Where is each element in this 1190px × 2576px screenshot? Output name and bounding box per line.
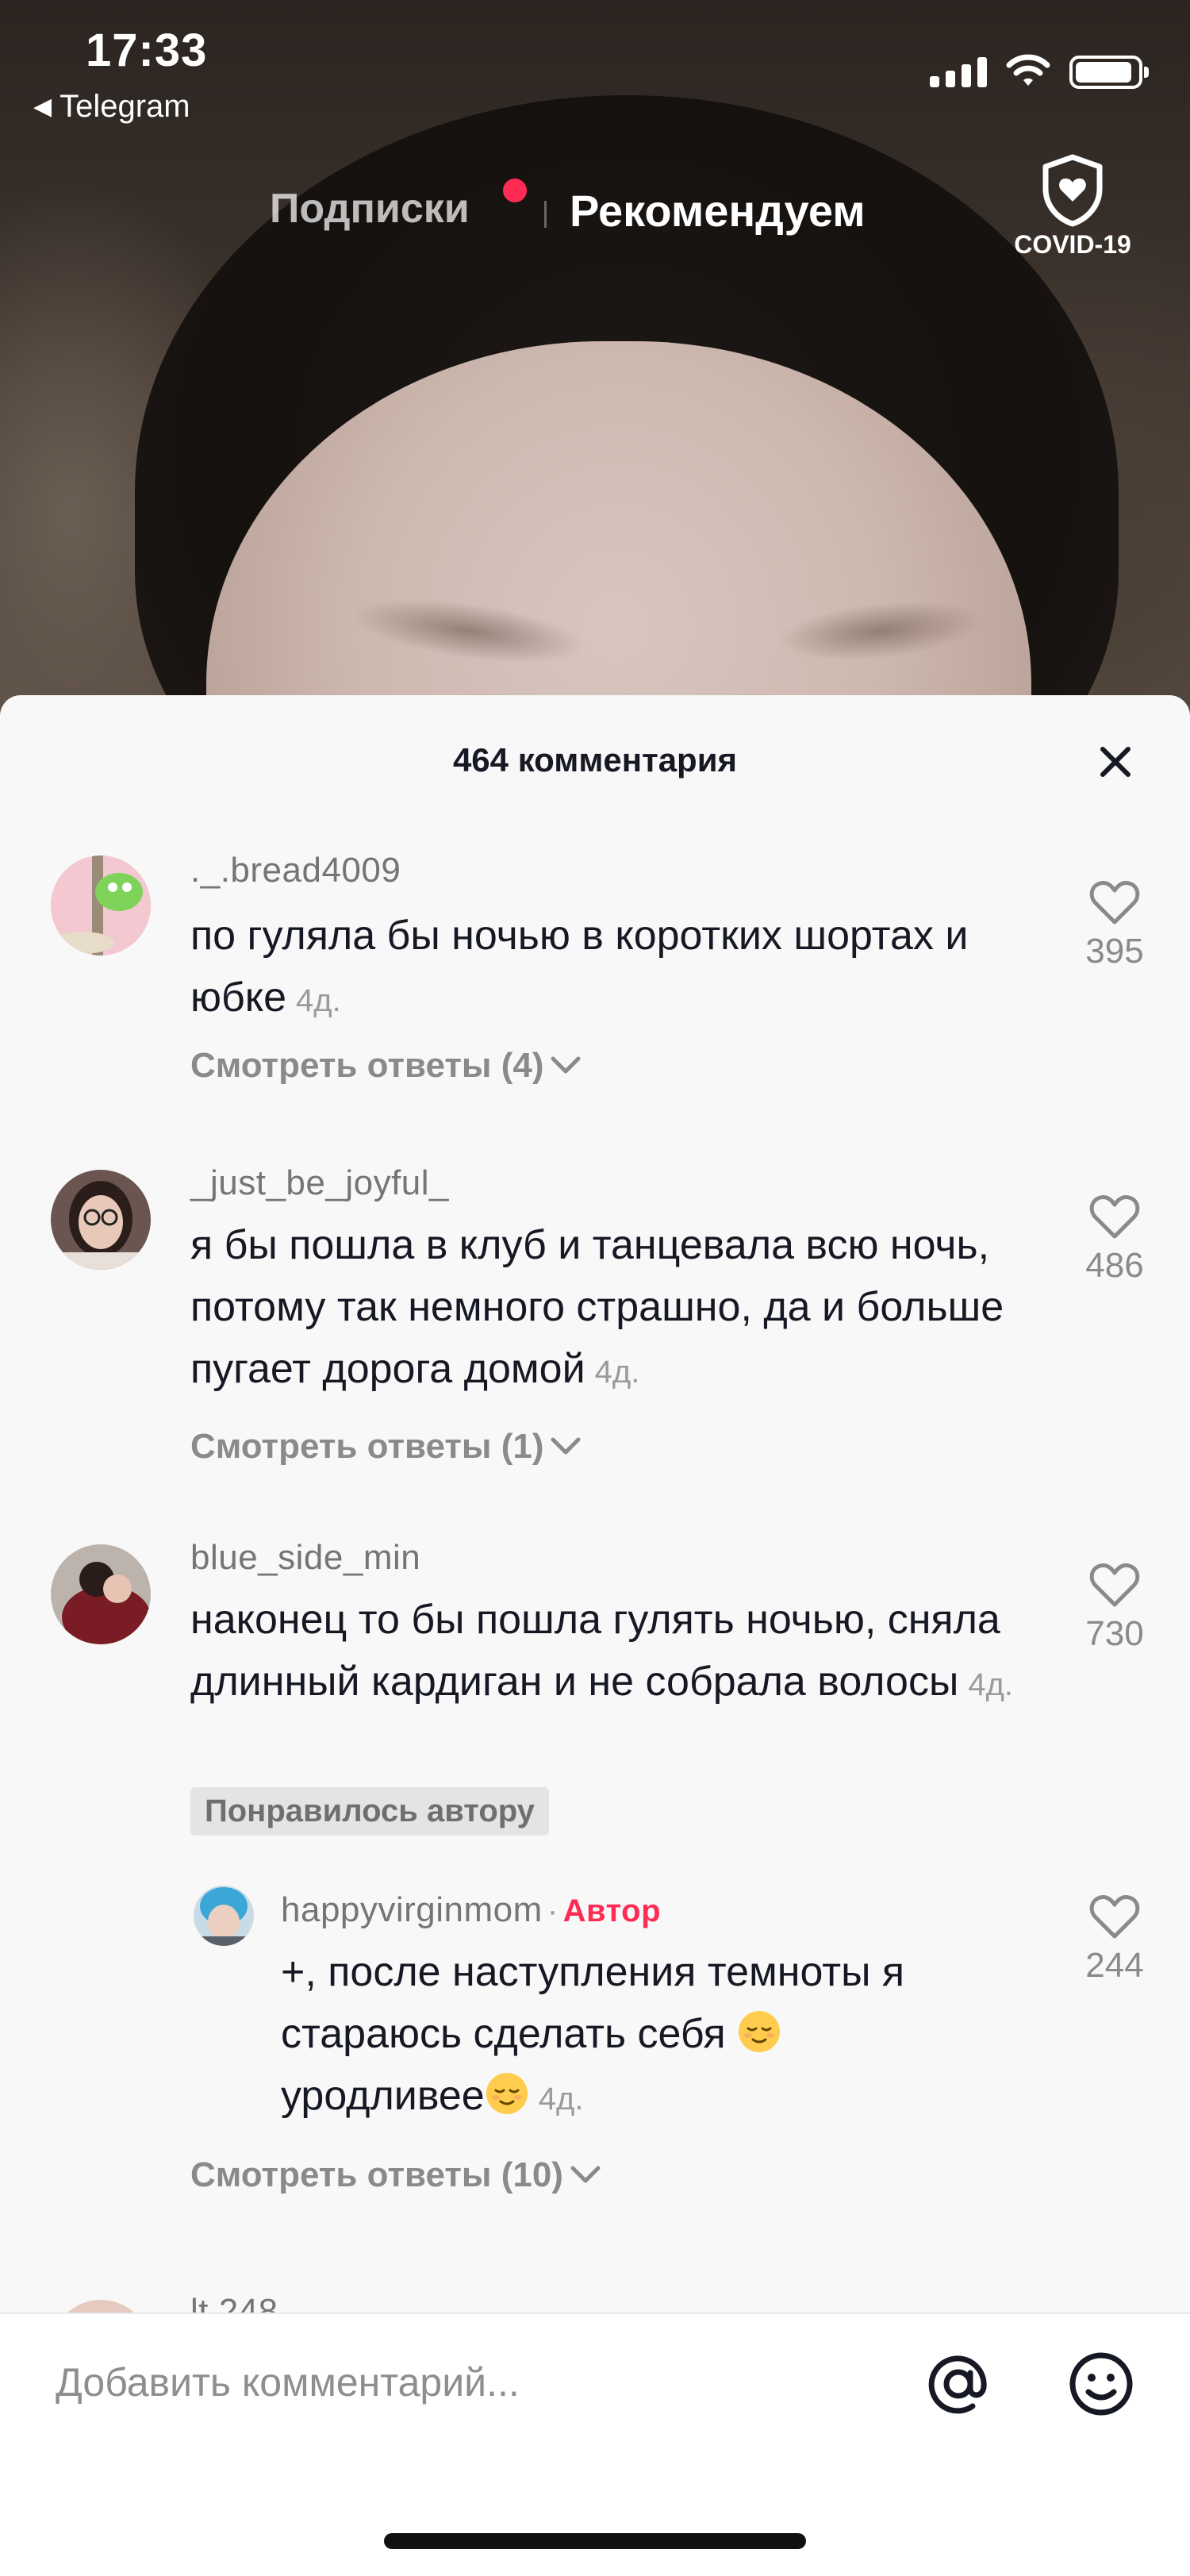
smiley-icon — [1069, 2352, 1133, 2416]
like-count: 395 — [1085, 932, 1144, 971]
like-button[interactable]: 244 — [1063, 1894, 1166, 1986]
comments-count-title: 464 комментария — [452, 741, 738, 779]
emoji-button[interactable] — [1063, 2346, 1139, 2422]
back-to-app-link[interactable]: ◀ Telegram — [33, 89, 190, 125]
relieved-face-emoji — [739, 2011, 781, 2052]
home-indicator-area — [0, 2447, 1190, 2576]
covid-button[interactable]: COVID-19 — [1001, 152, 1144, 260]
view-replies-button[interactable]: Смотреть ответы (10) — [190, 2155, 601, 2195]
tab-divider — [544, 201, 547, 228]
comment-time: 4д. — [296, 983, 341, 1018]
separator-dot: · — [547, 1894, 559, 1928]
close-button[interactable] — [1087, 733, 1144, 790]
comment-text: наконец то бы пошла гулять ночью, сняла … — [190, 1589, 1015, 1716]
chevron-down-icon — [570, 2166, 601, 2183]
comments-header: 464 комментария — [0, 695, 1190, 822]
reply-body-end: уродливее — [281, 2073, 485, 2119]
reply-username[interactable]: happyvirginmom — [281, 1890, 543, 1929]
comment-time: 4д. — [968, 1667, 1014, 1702]
comment-text: я бы пошла в клуб и танцевала всю ночь, … — [190, 1214, 1031, 1403]
chevron-down-icon — [551, 1056, 581, 1074]
back-app-label: Telegram — [60, 89, 190, 124]
like-count: 486 — [1085, 1246, 1144, 1285]
view-replies-label: Смотреть ответы (10) — [190, 2155, 563, 2194]
comment-item: ._.bread4009 по гуляла бы ночью в коротк… — [0, 822, 1190, 1140]
comments-list[interactable]: ._.bread4009 по гуляла бы ночью в коротк… — [0, 822, 1190, 2330]
mention-button[interactable] — [920, 2346, 996, 2422]
reply-time: 4д. — [538, 2082, 584, 2117]
comments-sheet: 464 комментария ._.bread4009 по гуляла б… — [0, 695, 1190, 2576]
covid-label: COVID-19 — [1014, 230, 1131, 259]
reply-text: +, после наступления темноты я стараюсь … — [281, 1941, 995, 2130]
comment-username[interactable]: _just_be_joyful_ — [190, 1163, 449, 1203]
comment-input-bar — [0, 2313, 1190, 2449]
status-time: 17:33 — [86, 25, 208, 76]
chevron-down-icon — [551, 1437, 581, 1455]
comment-time: 4д. — [594, 1355, 640, 1390]
author-tag: Автор — [562, 1894, 662, 1928]
status-bar: 17:33 ◀ Telegram — [0, 0, 1190, 135]
avatar[interactable] — [51, 855, 151, 955]
heart-outline-icon — [1089, 1895, 1140, 1939]
comment-input[interactable] — [54, 2354, 898, 2411]
avatar[interactable] — [194, 1886, 254, 1946]
heart-outline-icon — [1089, 1563, 1140, 1607]
tab-for-you[interactable]: Рекомендуем — [570, 185, 866, 236]
comment-username[interactable]: blue_side_min — [190, 1538, 420, 1578]
like-button[interactable]: 486 — [1063, 1194, 1166, 1286]
view-replies-label: Смотреть ответы (1) — [190, 1427, 544, 1466]
view-replies-label: Смотреть ответы (4) — [190, 1046, 544, 1085]
creator-liked-badge: Понравилось автору — [190, 1787, 549, 1836]
notification-dot — [503, 179, 527, 202]
view-replies-button[interactable]: Смотреть ответы (1) — [190, 1427, 582, 1467]
reply-item: happyvirginmom · Автор +, после наступлени… — [0, 1870, 1190, 2155]
tab-following[interactable]: Подписки — [270, 185, 470, 233]
like-button[interactable]: 395 — [1063, 879, 1166, 971]
wifi-icon — [1006, 52, 1050, 91]
comment-body: наконец то бы пошла гулять ночью, сняла … — [190, 1597, 1000, 1705]
cellular-signal-icon — [930, 56, 987, 87]
home-indicator[interactable] — [384, 2533, 806, 2549]
like-count: 730 — [1085, 1614, 1144, 1653]
shield-heart-icon — [1042, 154, 1103, 227]
reply-header: happyvirginmom · Автор — [281, 1890, 661, 1930]
comment-item: _just_be_joyful_ я бы пошла в клуб и тан… — [0, 1140, 1190, 1521]
comment-item: blue_side_min наконец то бы пошла гулять… — [0, 1521, 1190, 2266]
like-button[interactable]: 730 — [1063, 1562, 1166, 1654]
close-icon — [1100, 747, 1130, 777]
heart-outline-icon — [1089, 881, 1140, 925]
avatar[interactable] — [51, 1544, 151, 1644]
battery-icon — [1069, 56, 1149, 89]
view-replies-button[interactable]: Смотреть ответы (4) — [190, 1046, 582, 1086]
reply-body: +, после наступления темноты я стараюсь … — [281, 1949, 905, 2057]
avatar[interactable] — [51, 1170, 151, 1270]
back-triangle-icon: ◀ — [33, 94, 52, 120]
like-count: 244 — [1085, 1946, 1144, 1985]
at-sign-icon — [928, 2355, 987, 2414]
relieved-face-emoji — [486, 2073, 528, 2114]
heart-outline-icon — [1089, 1195, 1140, 1239]
comment-text: по гуляла бы ночью в коротких шортах и ю… — [190, 905, 1015, 1032]
comment-username[interactable]: ._.bread4009 — [190, 851, 401, 890]
